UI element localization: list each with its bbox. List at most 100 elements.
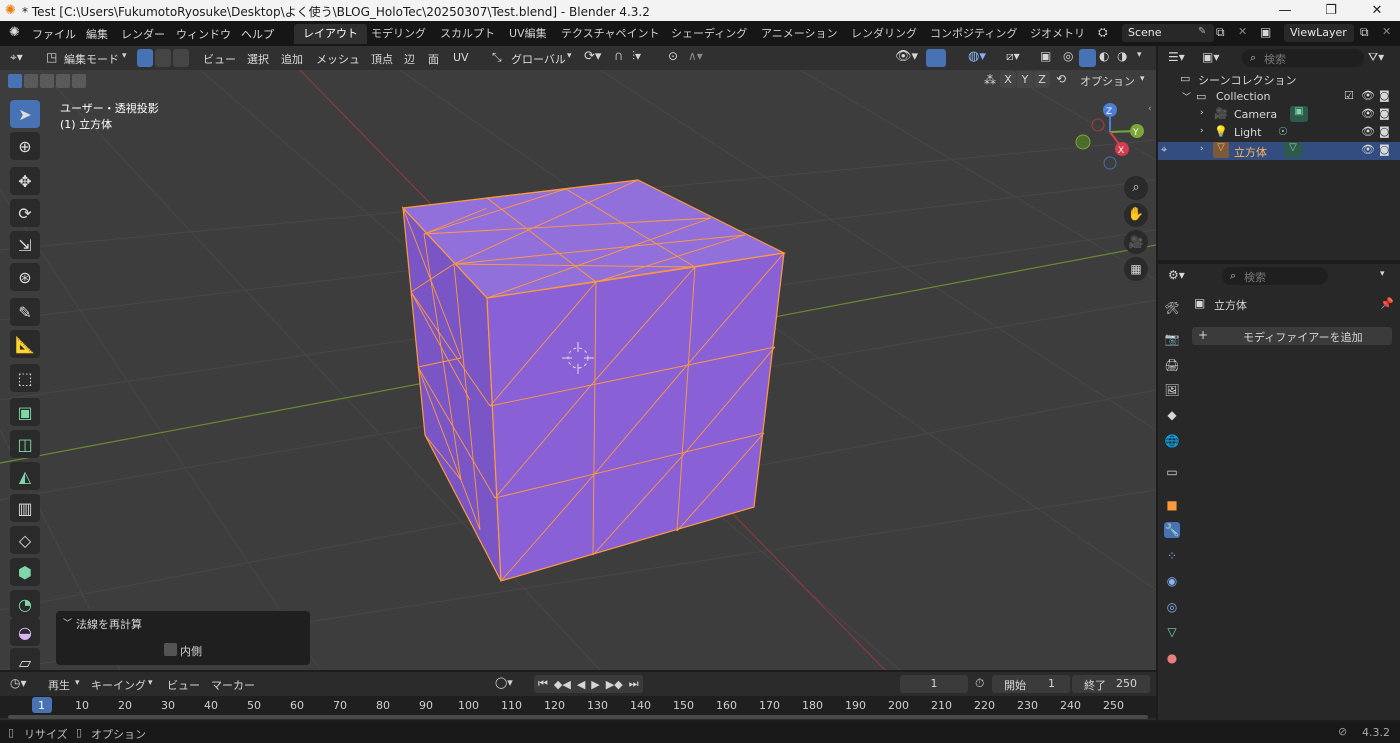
menu-add[interactable]: 追加	[281, 51, 303, 67]
camera-render-icon[interactable]: ◙	[1379, 89, 1390, 102]
menu-render[interactable]: レンダー	[121, 26, 165, 42]
collection-tab-icon[interactable]: ▭	[1164, 464, 1180, 480]
options-dropdown[interactable]: オプション	[1080, 73, 1135, 89]
chevron-down-icon[interactable]: ﹀	[63, 616, 72, 629]
close-button[interactable]: ✕	[1354, 0, 1400, 21]
editor-type-icon[interactable]: ⌖▾	[10, 50, 23, 65]
object-tab-icon[interactable]: ■	[1164, 497, 1180, 513]
scene-collection-row[interactable]: ▭ シーンコレクション	[1158, 70, 1400, 88]
menu-marker[interactable]: マーカー	[211, 677, 255, 693]
chevron-right-icon[interactable]: ›	[1200, 108, 1204, 118]
select-invert-button[interactable]	[56, 74, 70, 88]
menu-window[interactable]: ウィンドウ	[176, 26, 231, 42]
render-tab-icon[interactable]: 📷	[1164, 331, 1180, 347]
next-keyframe-icon[interactable]: ▶◆	[606, 678, 623, 691]
stopwatch-icon[interactable]: ⏱	[975, 676, 984, 691]
constraints-tab-icon[interactable]: ◎	[1164, 599, 1180, 615]
poly-build-tool-icon[interactable]: ⬢	[10, 558, 40, 586]
proportional-edit-icon[interactable]: ⊙	[668, 49, 678, 63]
3d-viewport[interactable]: Z Y X ユーザー・透視投影 (1) 立方体 ⁂ X Y Z ⟲ オプション …	[0, 70, 1156, 670]
chevron-right-icon[interactable]: ›	[1200, 126, 1204, 136]
annotate-tool-icon[interactable]: ✎	[10, 298, 40, 326]
select-new-button[interactable]	[8, 74, 22, 88]
visibility-icon[interactable]: 👁▾	[895, 49, 918, 64]
tab-rendering[interactable]: レンダリング	[842, 24, 926, 44]
shading-options-icon[interactable]: ▾	[1137, 50, 1142, 60]
pan-hand-icon[interactable]: ✋	[1124, 203, 1148, 227]
filter-icon[interactable]: ⛛▾	[1368, 50, 1384, 65]
view-layer-icon[interactable]: ▣	[1260, 25, 1271, 39]
tab-uv-editing[interactable]: UV編集	[500, 24, 556, 44]
eye-icon[interactable]: 👁	[1361, 89, 1375, 102]
menu-timeline-view[interactable]: ビュー	[167, 677, 200, 693]
toggle-xray-icon[interactable]: ▣	[1040, 49, 1051, 63]
extrude-tool-icon[interactable]: ▣	[10, 398, 40, 426]
chevron-down-icon[interactable]: ﹀	[1182, 90, 1191, 103]
jump-start-icon[interactable]: ⏮	[538, 677, 548, 691]
outliner-item-light[interactable]: › 💡 Light ☉ 👁 ◙	[1158, 124, 1400, 142]
pin-icon[interactable]: ✎	[1198, 26, 1206, 37]
auto-keying-icon[interactable]: ◯▾	[495, 676, 513, 689]
wireframe-shading-icon[interactable]: ◎	[1063, 49, 1073, 63]
display-mode-icon[interactable]: ▣▾	[1202, 50, 1219, 64]
camera-view-icon[interactable]: 🎥	[1124, 230, 1148, 254]
properties-search-input[interactable]: ⌕ 検索	[1222, 267, 1328, 285]
new-scene-icon[interactable]: ⧉	[1216, 25, 1225, 40]
add-cube-tool-icon[interactable]: ⬚	[10, 364, 40, 392]
scale-tool-icon[interactable]: ⇲	[10, 231, 40, 259]
camera-render-icon[interactable]: ◙	[1379, 125, 1390, 138]
transform-tool-icon[interactable]: ⊛	[10, 263, 40, 291]
rendered-shading-icon[interactable]: ◑	[1117, 49, 1127, 63]
cursor-tool-icon[interactable]: ⊕	[10, 132, 40, 160]
select-intersect-button[interactable]	[72, 74, 86, 88]
timeline-editor-icon[interactable]: ◷▾	[10, 676, 27, 690]
measure-tool-icon[interactable]: 📐	[10, 330, 40, 358]
zoom-icon[interactable]: ⌕	[1124, 176, 1148, 200]
snap-icon[interactable]: ∩	[614, 49, 624, 64]
output-tab-icon[interactable]: 🖨	[1164, 357, 1180, 373]
play-icon[interactable]: ▶	[591, 678, 599, 691]
xray-icon[interactable]: ⧄▾	[1006, 49, 1020, 64]
gizmo-toggle-button[interactable]	[926, 49, 946, 67]
vertex-select-button[interactable]	[137, 49, 153, 67]
select-box-tool-icon[interactable]: ➤	[10, 100, 40, 128]
perspective-toggle-icon[interactable]: ▦	[1124, 257, 1148, 281]
shear-tool-icon[interactable]: ▱	[10, 648, 40, 670]
chevron-down-icon[interactable]: ▾	[1380, 269, 1385, 279]
menu-playback[interactable]: 再生	[48, 677, 70, 693]
bevel-tool-icon[interactable]: ◭	[10, 462, 40, 490]
mesh-data-tab-icon[interactable]: ▽	[1164, 624, 1180, 640]
tab-shading[interactable]: シェーディング	[662, 24, 756, 44]
camera-render-icon[interactable]: ◙	[1379, 143, 1390, 156]
falloff-icon[interactable]: ∧▾	[688, 49, 703, 63]
select-subtract-button[interactable]	[40, 74, 54, 88]
maximize-button[interactable]: ❐	[1308, 0, 1354, 21]
outliner-item-camera[interactable]: › 🎥 Camera ▣ 👁 ◙	[1158, 106, 1400, 124]
camera-render-icon[interactable]: ◙	[1379, 107, 1390, 120]
scene-tab-icon[interactable]: ◆	[1164, 407, 1180, 423]
tool-tab-icon[interactable]: 🛠	[1164, 300, 1180, 316]
outliner-search-input[interactable]: ⌕ 検索	[1242, 49, 1364, 67]
solid-shading-button[interactable]	[1079, 49, 1096, 67]
properties-editor-icon[interactable]: ⚙▾	[1168, 268, 1185, 282]
overlay-icon[interactable]: ◍▾	[968, 49, 986, 64]
play-reverse-icon[interactable]: ◀	[577, 678, 585, 691]
modifier-tab-icon[interactable]: 🔧	[1164, 522, 1180, 538]
material-tab-icon[interactable]: ●	[1164, 650, 1180, 666]
prev-keyframe-icon[interactable]: ◆◀	[554, 678, 571, 691]
move-tool-icon[interactable]: ✥	[10, 167, 40, 195]
collection-row[interactable]: ﹀ ▭ Collection ☑ 👁 ◙	[1158, 88, 1400, 106]
tab-texture-paint[interactable]: テクスチャペイント	[552, 24, 669, 44]
menu-help[interactable]: ヘルプ	[241, 26, 274, 42]
world-tab-icon[interactable]: 🌐	[1164, 433, 1180, 449]
spin-tool-icon[interactable]: ◔	[10, 590, 40, 618]
mirror-y-toggle[interactable]: Y	[1017, 71, 1033, 88]
current-frame-field[interactable]: 1	[900, 675, 968, 693]
tab-sculpt[interactable]: スカルプト	[431, 24, 504, 44]
viewport-canvas[interactable]: Z Y X	[0, 70, 1156, 670]
minimize-button[interactable]: —	[1262, 0, 1308, 21]
inset-tool-icon[interactable]: ◫	[10, 430, 40, 458]
eye-icon[interactable]: 👁	[1361, 125, 1375, 138]
pin-icon[interactable]: 📌	[1380, 297, 1394, 310]
pivot-point-icon[interactable]: ⟳▾	[584, 49, 601, 64]
